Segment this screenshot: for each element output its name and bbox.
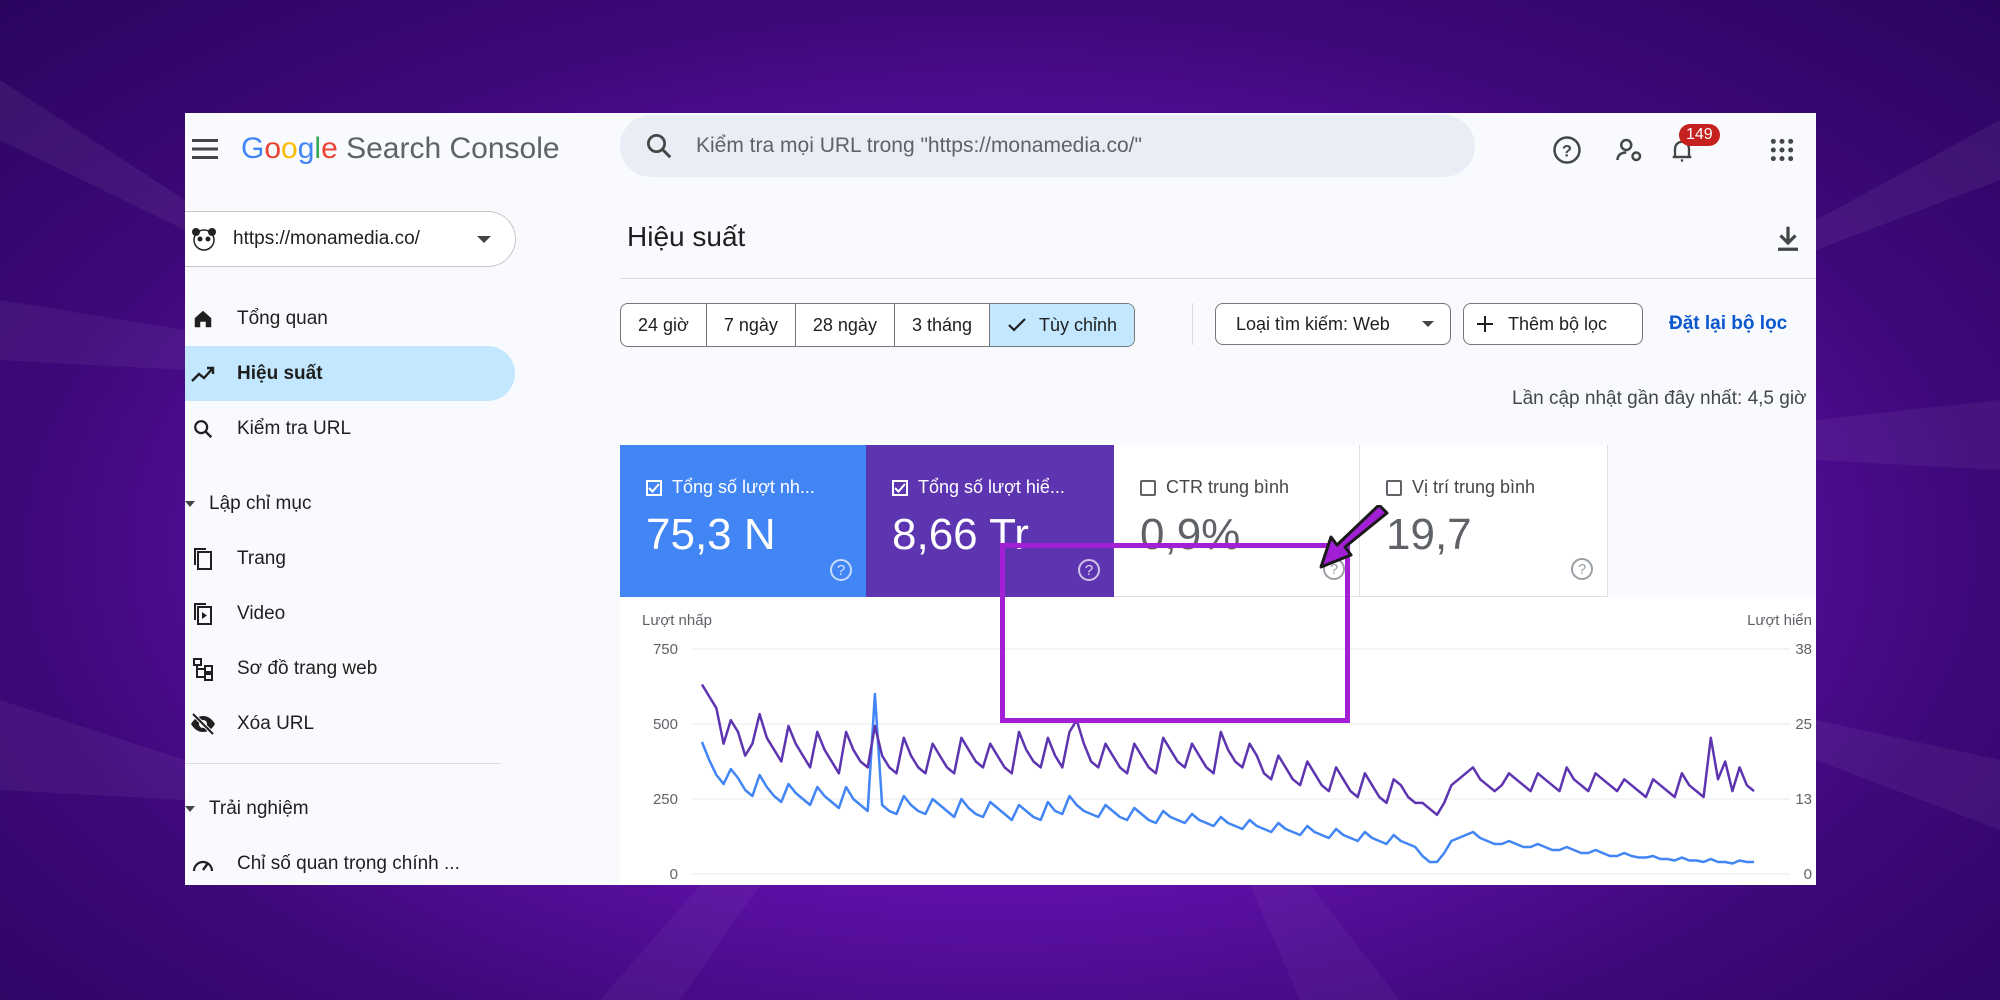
- visibility-off-icon: [189, 710, 217, 738]
- speed-icon: [189, 850, 217, 878]
- pointer-arrow-icon: [1319, 505, 1389, 569]
- checkbox-unchecked-icon[interactable]: [1140, 479, 1156, 496]
- chevron-down-icon: [185, 501, 195, 507]
- metric-label: Vị trí trung bình: [1412, 477, 1536, 497]
- sidebar-item-video[interactable]: Video: [185, 586, 515, 641]
- search-icon: [647, 134, 672, 159]
- sidebar-item-label: Sơ đồ trang web: [237, 657, 378, 679]
- right-tick-label: 0: [1804, 866, 1812, 883]
- metric-label: Tổng số lượt nh...: [672, 477, 815, 497]
- search-icon: [189, 415, 217, 443]
- sidebar-item-label: Trang: [237, 547, 286, 569]
- left-tick-label: 0: [670, 866, 678, 883]
- date-range-label: Tùy chỉnh: [1039, 314, 1118, 335]
- left-tick-label: 500: [653, 716, 678, 733]
- page-title: Hiệu suất: [627, 221, 746, 252]
- check-icon: [1008, 318, 1026, 332]
- date-range-7d[interactable]: 7 ngày: [707, 304, 796, 346]
- checkbox-checked-icon[interactable]: [646, 479, 662, 496]
- notification-badge: 149: [1679, 124, 1720, 146]
- menu-icon[interactable]: [189, 135, 221, 163]
- sidebar-item-performance[interactable]: Hiệu suất: [185, 346, 515, 401]
- highlight-box: [1000, 543, 1350, 723]
- right-tick-label: 38: [1795, 641, 1812, 658]
- metric-value: 19,7: [1386, 510, 1472, 559]
- add-filter-label: Thêm bộ lọc: [1508, 313, 1608, 334]
- property-selector[interactable]: https://monamedia.co/: [185, 211, 516, 267]
- home-icon: [189, 305, 217, 333]
- date-range-custom[interactable]: Tùy chỉnh: [990, 304, 1135, 346]
- plus-icon: [1477, 316, 1493, 332]
- checkbox-checked-icon[interactable]: [892, 479, 908, 496]
- left-tick-label: 250: [653, 791, 678, 808]
- sidebar-item-core-web-vitals[interactable]: Chỉ số quan trọng chính ...: [185, 836, 515, 885]
- help-icon[interactable]: ?: [1571, 558, 1593, 580]
- chevron-down-icon: [477, 235, 491, 243]
- product-name: Search Console: [346, 132, 560, 165]
- sidebar-item-label: Kiểm tra URL: [237, 417, 352, 439]
- metric-card-position[interactable]: Vị trí trung bình 19,7 ?: [1360, 445, 1608, 597]
- video-icon: [189, 600, 217, 628]
- section-indexing[interactable]: Lập chỉ mục: [185, 493, 311, 515]
- section-label: Trải nghiệm: [209, 798, 309, 819]
- sidebar-item-removals[interactable]: Xóa URL: [185, 696, 515, 751]
- property-favicon-icon: [192, 228, 216, 251]
- sidebar-divider: [185, 763, 501, 764]
- sidebar-item-sitemaps[interactable]: Sơ đồ trang web: [185, 641, 515, 696]
- search-type-dropdown[interactable]: Loại tìm kiếm: Web: [1215, 303, 1451, 345]
- search-console-window: Google Search Console ? 149 https://mona…: [185, 113, 1816, 885]
- search-type-label: Loại tìm kiếm: Web: [1236, 313, 1390, 334]
- date-range-3m[interactable]: 3 tháng: [895, 304, 991, 346]
- help-icon[interactable]: ?: [830, 559, 852, 581]
- header-divider: [620, 278, 1816, 279]
- date-range-24h[interactable]: 24 giờ: [621, 304, 707, 346]
- metric-value: 75,3 N: [646, 510, 776, 559]
- date-range-28d[interactable]: 28 ngày: [796, 304, 895, 346]
- sidebar-item-pages[interactable]: Trang: [185, 531, 515, 586]
- date-range-selector: 24 giờ 7 ngày 28 ngày 3 tháng Tùy chỉnh: [620, 303, 1136, 347]
- manage-users-icon[interactable]: [1613, 133, 1647, 167]
- checkbox-unchecked-icon[interactable]: [1386, 479, 1402, 496]
- trending-up-icon: [189, 360, 217, 388]
- metric-card-clicks[interactable]: Tổng số lượt nh... 75,3 N ?: [620, 445, 866, 597]
- sidebar-item-overview[interactable]: Tổng quan: [185, 291, 515, 346]
- search-input[interactable]: [694, 133, 1458, 159]
- sidebar-item-label: Tổng quan: [237, 307, 328, 329]
- sidebar-item-label: Video: [237, 602, 286, 624]
- top-bar: Google Search Console ? 149: [185, 113, 1816, 185]
- help-icon[interactable]: ?: [1550, 133, 1584, 167]
- reset-filters-link[interactable]: Đặt lại bộ lọc: [1669, 313, 1787, 335]
- sitemap-icon: [189, 655, 217, 683]
- metric-label: Tổng số lượt hiể...: [918, 477, 1065, 497]
- metric-label: CTR trung bình: [1166, 477, 1290, 497]
- apps-grid-icon[interactable]: [1765, 133, 1799, 167]
- sidebar-item-label: Chỉ số quan trọng chính ...: [237, 852, 460, 874]
- section-experience[interactable]: Trải nghiệm: [185, 798, 309, 820]
- right-axis-label: Lượt hiển: [1747, 612, 1812, 629]
- svg-text:?: ?: [1562, 142, 1572, 160]
- last-updated-text: Lần cập nhật gần đây nhất: 4,5 giờ: [1512, 388, 1807, 409]
- download-icon[interactable]: [1773, 223, 1803, 253]
- chevron-down-icon: [185, 806, 195, 812]
- section-label: Lập chỉ mục: [209, 493, 312, 514]
- right-tick-label: 25: [1795, 716, 1812, 733]
- sidebar-item-url-inspection[interactable]: Kiểm tra URL: [185, 401, 515, 456]
- app-logo[interactable]: Google Search Console: [241, 131, 560, 167]
- left-tick-label: 750: [653, 641, 678, 658]
- add-filter-button[interactable]: Thêm bộ lọc: [1463, 303, 1643, 345]
- toolbar-separator: [1192, 303, 1193, 345]
- right-tick-label: 13: [1795, 791, 1812, 808]
- property-url: https://monamedia.co/: [233, 228, 420, 249]
- chevron-down-icon: [1422, 321, 1434, 327]
- sidebar-item-label: Xóa URL: [237, 712, 315, 734]
- sidebar-item-label: Hiệu suất: [237, 362, 323, 384]
- pages-icon: [189, 545, 217, 573]
- left-axis-label: Lượt nhấp: [642, 612, 712, 629]
- url-inspect-search[interactable]: [620, 115, 1475, 177]
